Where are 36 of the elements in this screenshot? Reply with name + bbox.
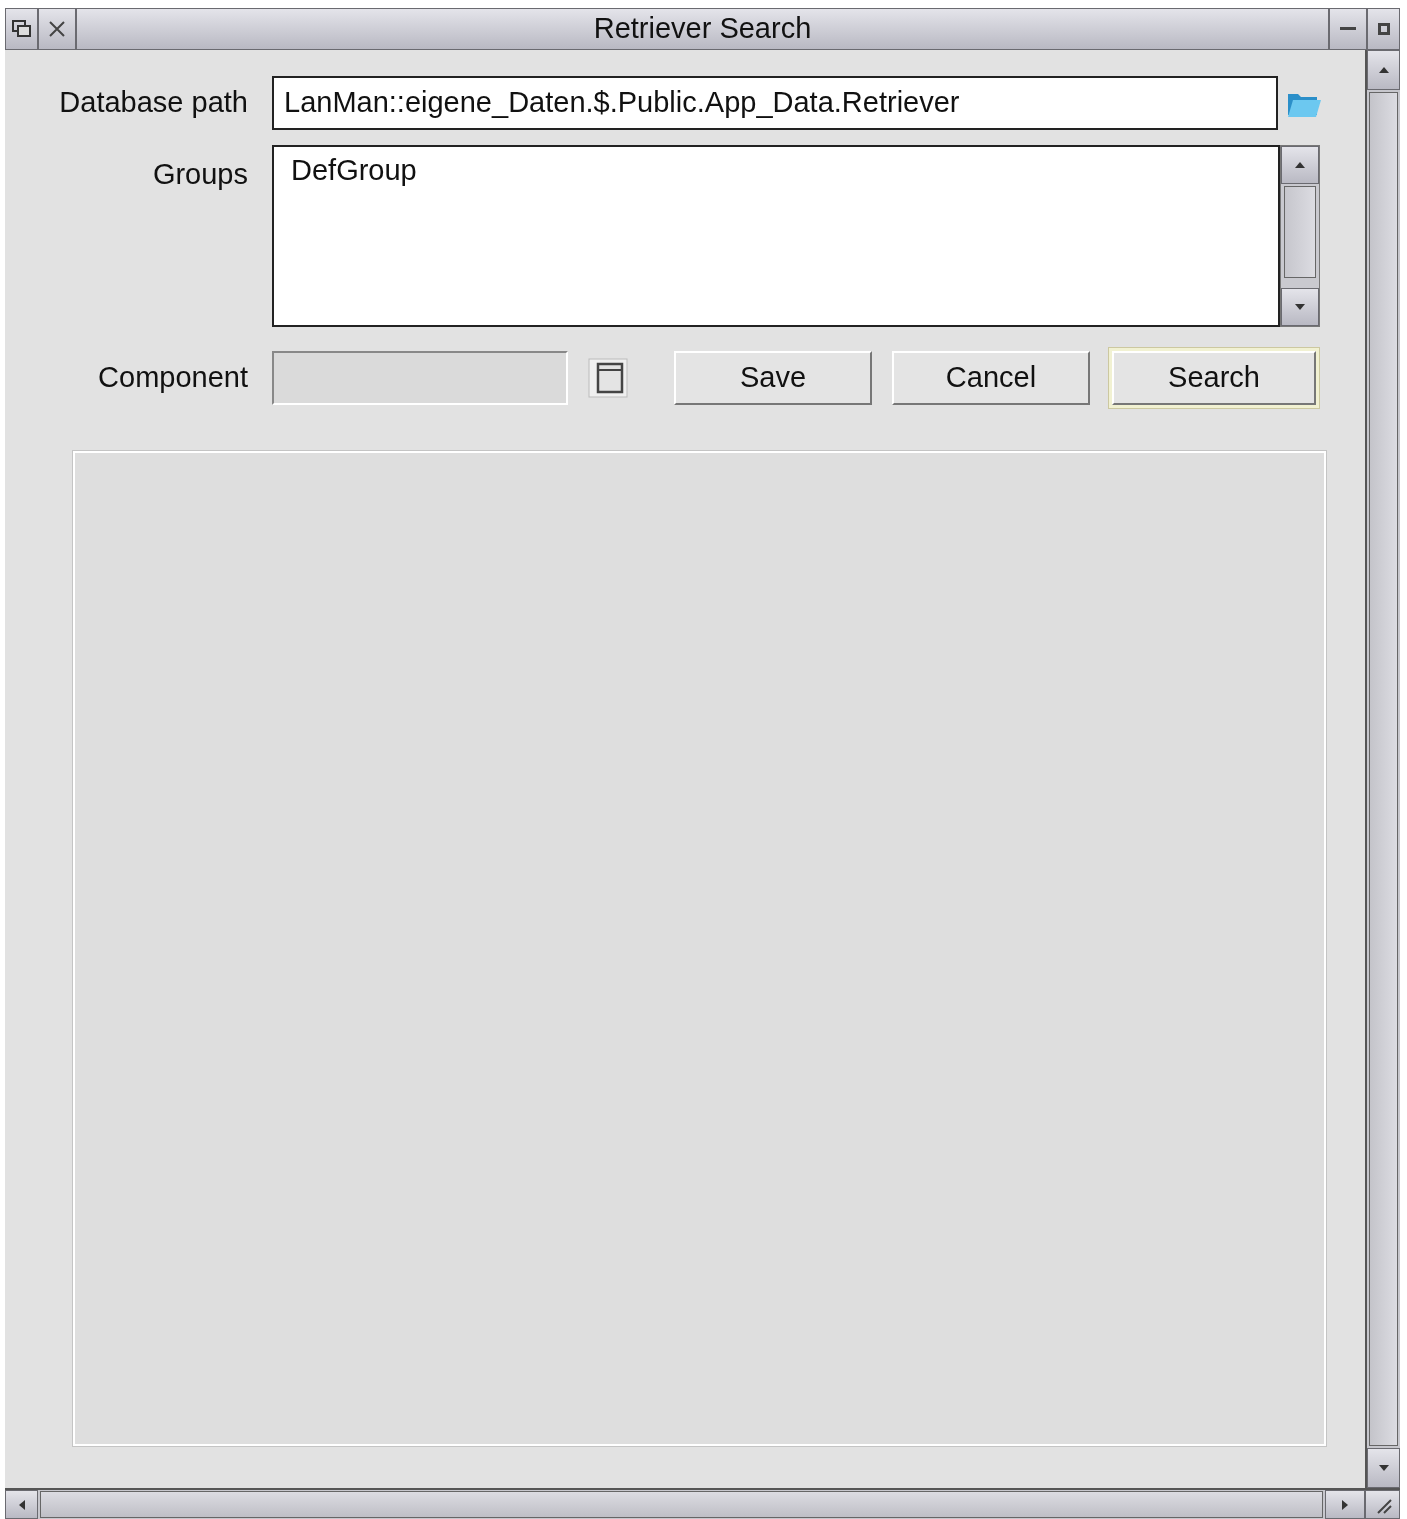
up-arrow-icon (1295, 162, 1305, 168)
database-path-field[interactable]: LanMan::eigene_Daten.$.Public.App_Data.Retriever (272, 76, 1278, 130)
dialog-button[interactable]: Cancel (892, 351, 1090, 405)
field-label: Component (97, 360, 249, 396)
down-arrow-icon (1295, 304, 1305, 310)
close-icon (48, 20, 66, 38)
dialog-button[interactable]: Search (1112, 351, 1316, 405)
maximize-icon (1377, 23, 1390, 35)
scroll-thumb[interactable] (1369, 92, 1398, 1446)
scroll-up-button[interactable] (1281, 146, 1319, 184)
maximize-button[interactable] (1367, 8, 1400, 50)
scroll-thumb[interactable] (40, 1491, 1323, 1518)
window-title: Retriever Search (76, 8, 1329, 50)
back-icon[interactable] (11, 20, 32, 38)
left-arrow-icon (18, 1499, 25, 1510)
field-label: Database path (58, 85, 249, 121)
minimize-icon (1340, 27, 1356, 31)
scroll-left-button[interactable] (5, 1490, 38, 1519)
dialog-button[interactable]: Save (674, 351, 872, 405)
scroll-down-button[interactable] (1281, 288, 1319, 326)
scroll-up-button[interactable] (1367, 50, 1400, 90)
vertical-scrollbar[interactable] (1365, 50, 1400, 1488)
scrollbar[interactable] (1280, 145, 1320, 327)
up-arrow-icon (1378, 67, 1389, 73)
scroll-down-button[interactable] (1367, 1448, 1400, 1488)
back-icon[interactable] (5, 8, 38, 50)
field-label: Groups (151, 157, 249, 192)
resize-handle[interactable] (1365, 1490, 1400, 1519)
menu-icon[interactable] (586, 356, 630, 400)
down-arrow-icon (1378, 1465, 1389, 1471)
minimize-button[interactable] (1329, 8, 1367, 50)
right-arrow-icon (1342, 1499, 1348, 1510)
horizontal-scrollbar[interactable] (5, 1488, 1400, 1519)
close-button[interactable] (38, 8, 76, 50)
scroll-right-button[interactable] (1325, 1490, 1365, 1519)
scroll-thumb[interactable] (1284, 186, 1316, 278)
